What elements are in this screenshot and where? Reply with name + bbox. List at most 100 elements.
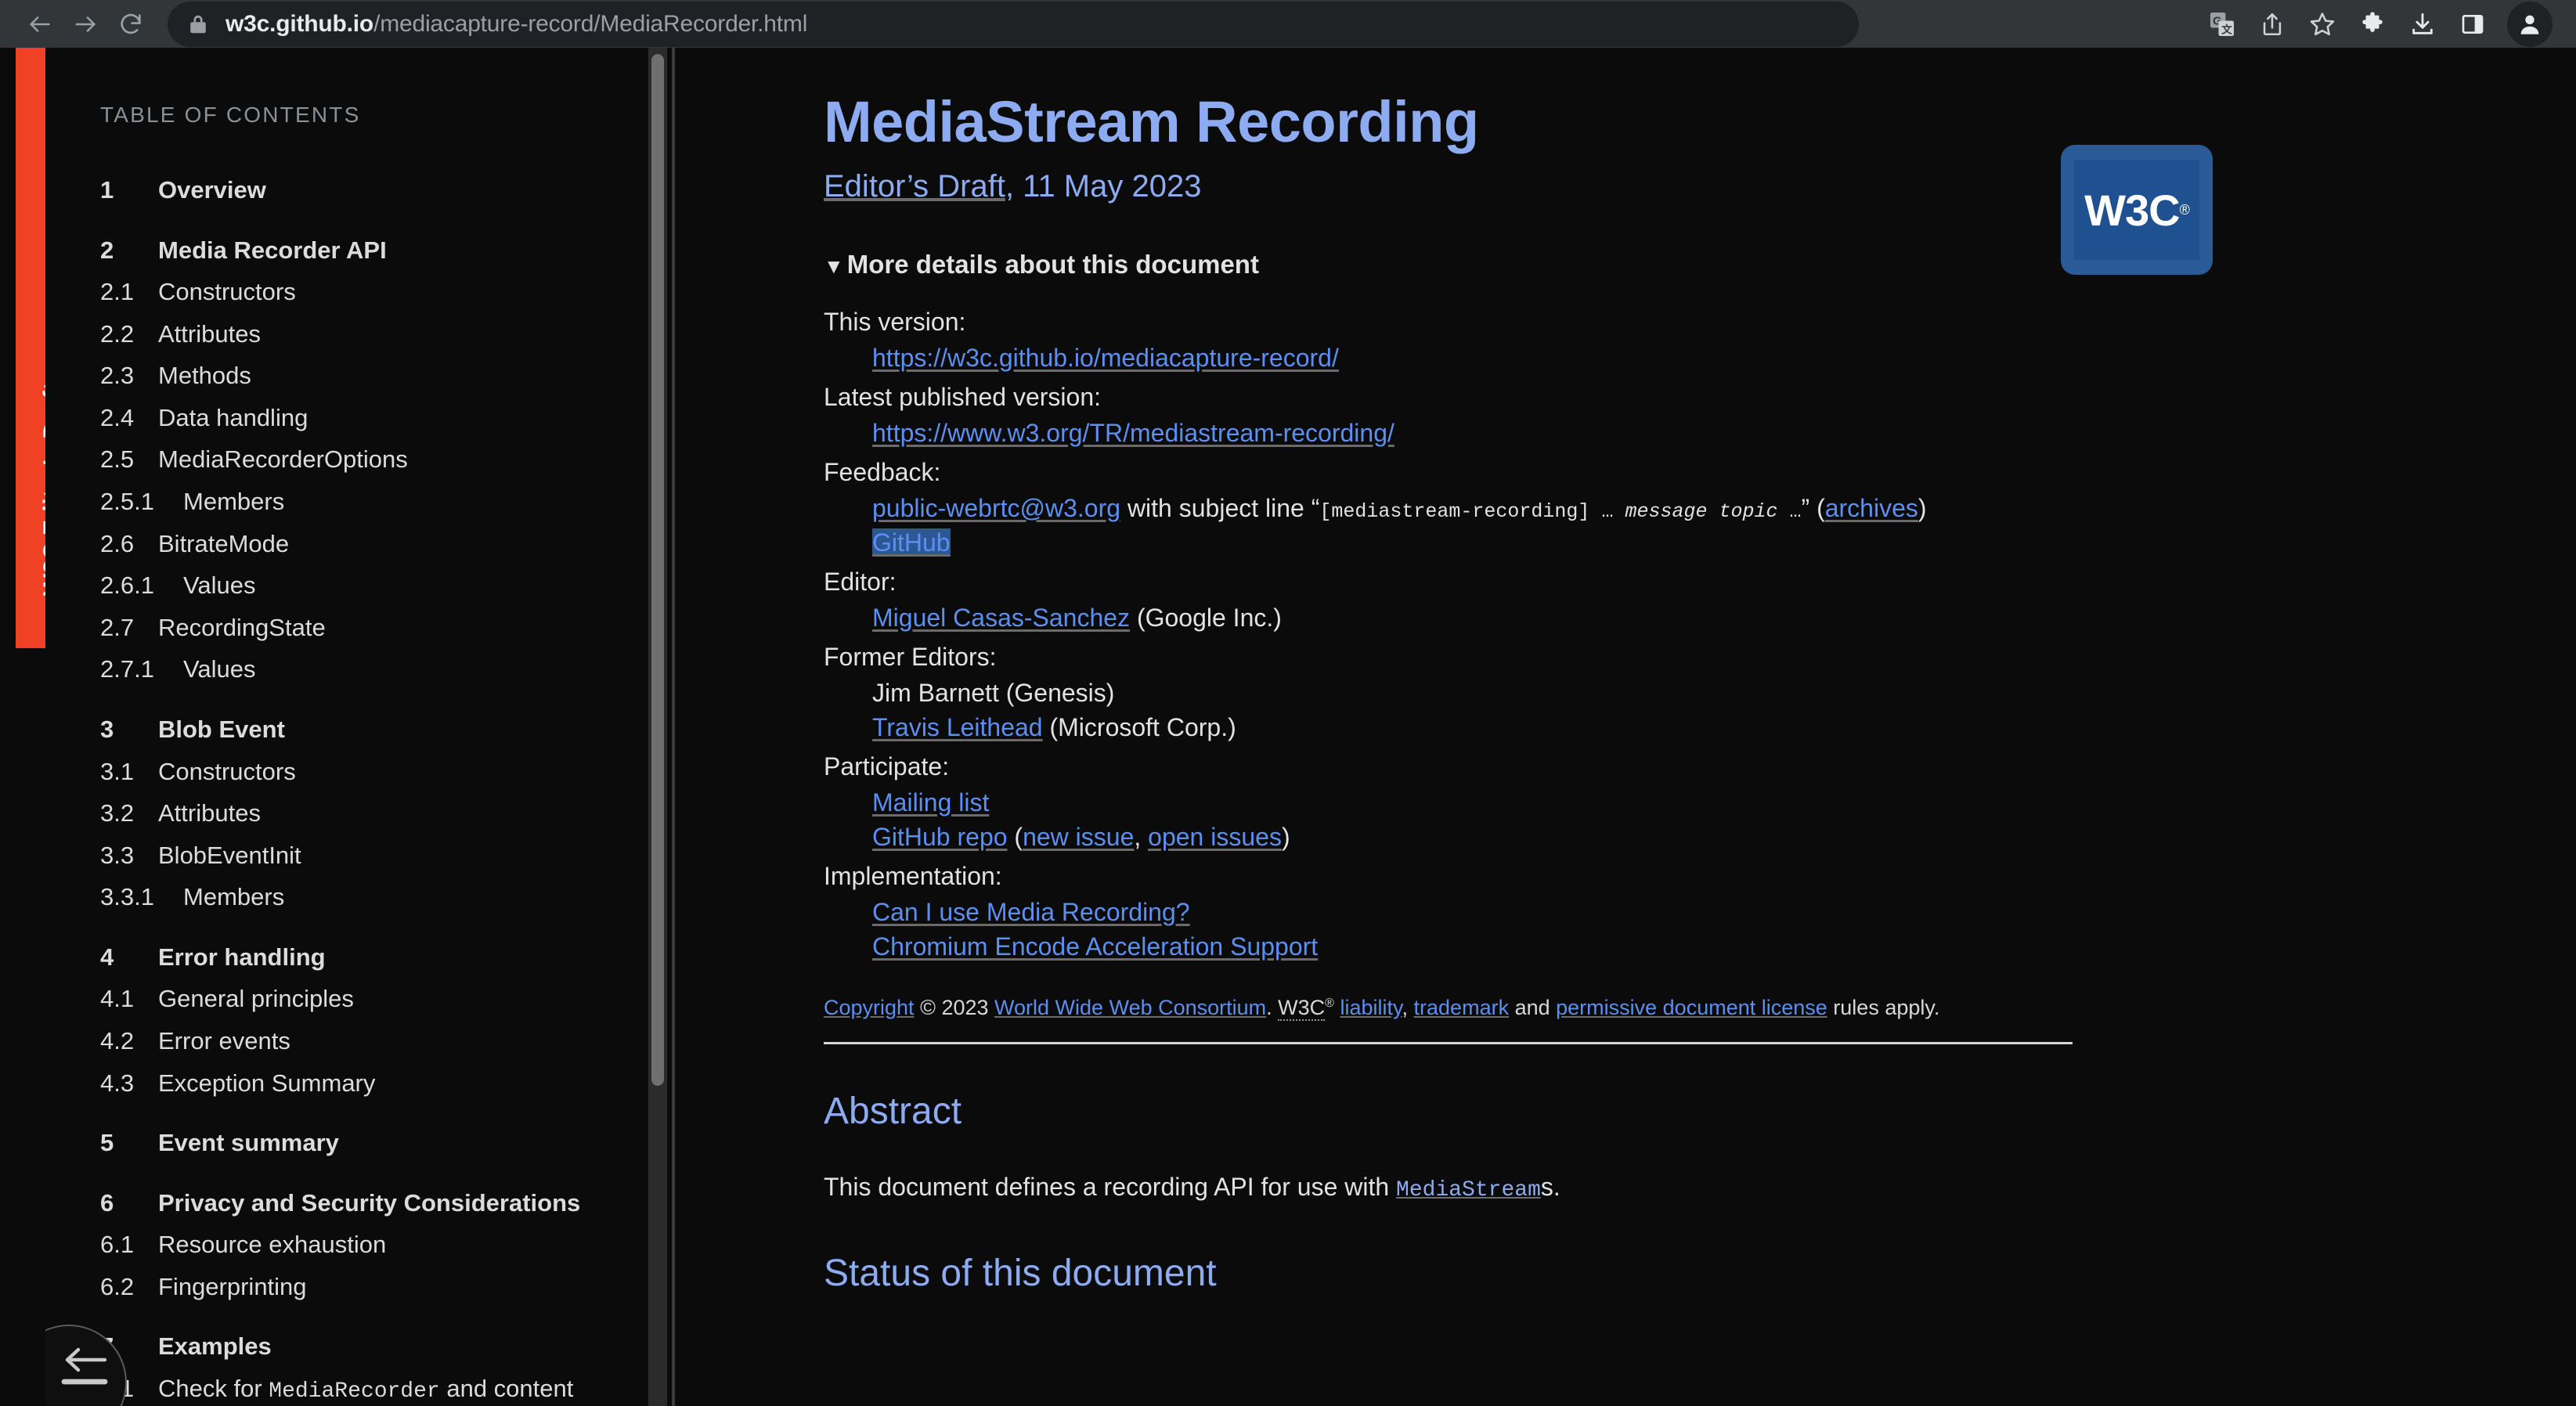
toc-item-blob-attributes[interactable]: 3.2 Attributes [55,799,664,828]
toc-label: Data handling [158,403,308,431]
open-issues-link[interactable]: open issues [1148,823,1282,851]
back-button[interactable] [17,2,63,47]
toc-item-blob-constructors[interactable]: 3.1 Constructors [55,758,664,787]
toc-item-bitratemode-values[interactable]: 2.6.1 Values [55,571,664,600]
table-of-contents[interactable]: TABLE OF CONTENTS 1 Overview 2 Media Rec… [45,48,664,1406]
feedback-paren: ) [1918,493,1927,522]
toc-number: 4 [100,943,114,971]
toc-label: Constructors [158,278,296,306]
abstract-paragraph: This document defines a recording API fo… [824,1169,2108,1207]
liability-link[interactable]: liability [1340,996,1402,1019]
address-bar[interactable]: w3c.github.io/mediacapture-record/MediaR… [168,1,1859,47]
share-icon[interactable] [2247,2,2297,47]
this-version-value: https://w3c.github.io/mediacapture-recor… [872,342,2108,374]
chromium-link[interactable]: Chromium Encode Acceleration Support [872,932,1318,961]
toc-item-bitratemode[interactable]: 2.6 BitrateMode [55,530,664,559]
toc-group: 6 Privacy and Security Considerations 6.… [55,1189,664,1302]
toc-item-blobeventinit[interactable]: 3.3 BlobEventInit [55,842,664,871]
forward-button[interactable] [63,2,108,47]
new-issue-link[interactable]: new issue [1023,823,1134,851]
toc-label: Error handling [158,943,326,971]
license-link[interactable]: permissive document license [1556,996,1827,1019]
toc-number: 3 [100,715,114,743]
copyright-comma: , [1402,995,1414,1019]
toc-number: 5 [100,1129,114,1157]
toc-item-event-summary[interactable]: 5 Event summary [55,1129,664,1158]
toc-item-error-events[interactable]: 4.2 Error events [55,1027,664,1056]
page-title: MediaStream Recording [824,89,1479,154]
lock-icon[interactable] [188,13,208,35]
extensions-puzzle-icon[interactable] [2347,2,2397,47]
toc-label: Resource exhaustion [158,1231,387,1259]
consortium-link[interactable]: World Wide Web Consortium [994,996,1266,1019]
toc-item-methods[interactable]: 2.3 Methods [55,362,664,391]
profile-avatar-icon[interactable] [2507,1,2553,47]
toc-item-mediarecorderoptions[interactable]: 2.5 MediaRecorderOptions [55,445,664,474]
toc-item-blobeventinit-members[interactable]: 3.3.1 Members [55,883,664,912]
toc-item-examples[interactable]: 7 Examples [55,1332,664,1361]
toc-number: 2.7 [100,613,135,641]
mailing-list-link[interactable]: Mailing list [872,788,989,817]
toc-item-recordingstate-values[interactable]: 2.7.1 Values [55,655,664,684]
toc-item-general-principles[interactable]: 4.1 General principles [55,985,664,1014]
toc-item-exception-summary[interactable]: 4.3 Exception Summary [55,1069,664,1098]
toc-number: 2 [100,236,114,264]
copyright-rules: rules apply. [1827,995,1940,1019]
toc-item-attributes[interactable]: 2.2 Attributes [55,320,664,349]
toc-label: Blob Event [158,715,285,743]
github-repo-link[interactable]: GitHub repo [872,823,1008,851]
reload-button[interactable] [108,2,153,47]
editors-draft-link[interactable]: Editor’s Draft [824,169,1005,204]
toc-label-pre: Check for [158,1375,269,1403]
editor-link[interactable]: Miguel Casas-Sanchez [872,604,1130,632]
back-arrow-icon [61,1346,108,1390]
translate-icon[interactable]: G 文 [2197,2,2247,47]
caniuse-link[interactable]: Can I use Media Recording? [872,898,1190,926]
editor-value: Miguel Casas-Sanchez (Google Inc.) [872,602,2108,634]
toc-item-members[interactable]: 2.5.1 Members [55,488,664,517]
toc-label: Examples [158,1332,272,1361]
toc-item-blob-event[interactable]: 3 Blob Event [55,716,664,744]
toc-item-media-recorder-api[interactable]: 2 Media Recorder API [55,236,664,265]
feedback-subject-text: with subject line “ [1120,493,1320,522]
page-content: W3C Editor's Draft TABLE OF CONTENTS 1 O… [0,48,2576,1406]
toc-number: 3.3.1 [100,883,154,911]
feedback-email-link[interactable]: public-webrtc@w3.org [872,494,1120,522]
mediastream-link[interactable]: MediaStream [1396,1178,1541,1202]
chevron-down-icon: ▼ [824,254,844,278]
downloads-icon[interactable] [2397,2,2448,47]
toc-item-privacy-security[interactable]: 6 Privacy and Security Considerations [55,1189,664,1218]
toc-number: 2.5.1 [100,488,154,516]
toc-group: 3 Blob Event 3.1 Constructors 3.2 Attrib… [55,716,664,912]
toc-item-data-handling[interactable]: 2.4 Data handling [55,404,664,433]
w3c-logo-text: W3C ® [2074,160,2199,260]
former-editors-label: Former Editors: [824,642,997,671]
trademark-link[interactable]: trademark [1414,996,1510,1019]
toc-item-fingerprinting[interactable]: 6.2 Fingerprinting [55,1273,664,1302]
latest-version-link[interactable]: https://www.w3.org/TR/mediastream-record… [872,419,1394,447]
bookmark-star-icon[interactable] [2297,2,2347,47]
toc-item-constructors[interactable]: 2.1 Constructors [55,278,664,307]
toc-label: BlobEventInit [158,841,301,869]
toc-item-resource-exhaustion[interactable]: 6.1 Resource exhaustion [55,1231,664,1260]
this-version-link[interactable]: https://w3c.github.io/mediacapture-recor… [872,344,1339,372]
toc-number: 2.7.1 [100,655,154,683]
toc-group: 7 Examples 7.1 Check for MediaRecorder a… [55,1332,664,1406]
more-details-label: More details about this document [846,250,1259,279]
toc-label: Fingerprinting [158,1272,307,1300]
url-text: w3c.github.io/mediacapture-record/MediaR… [225,11,807,38]
feedback-github-link[interactable]: GitHub [872,528,951,557]
feedback-archives-link[interactable]: archives [1825,494,1918,522]
side-panel-icon[interactable] [2448,2,2498,47]
more-details-toggle[interactable]: ▼ More details about this document [824,250,2108,279]
w3c-abbr: W3C [1278,995,1326,1021]
w3c-logo[interactable]: W3C ® [2061,145,2213,275]
former-editor-2-link[interactable]: Travis Leithead [872,713,1043,741]
toc-item-check-for-mediarecorder[interactable]: 7.1 Check for MediaRecorder and content … [55,1375,664,1406]
toc-item-overview[interactable]: 1 Overview [55,176,664,205]
toc-scrollbar-thumb[interactable] [651,54,664,1086]
copyright-link[interactable]: Copyright [824,996,915,1019]
feedback-message-topic: message topic [1625,499,1778,523]
toc-item-error-handling[interactable]: 4 Error handling [55,943,664,972]
toc-item-recordingstate[interactable]: 2.7 RecordingState [55,614,664,643]
